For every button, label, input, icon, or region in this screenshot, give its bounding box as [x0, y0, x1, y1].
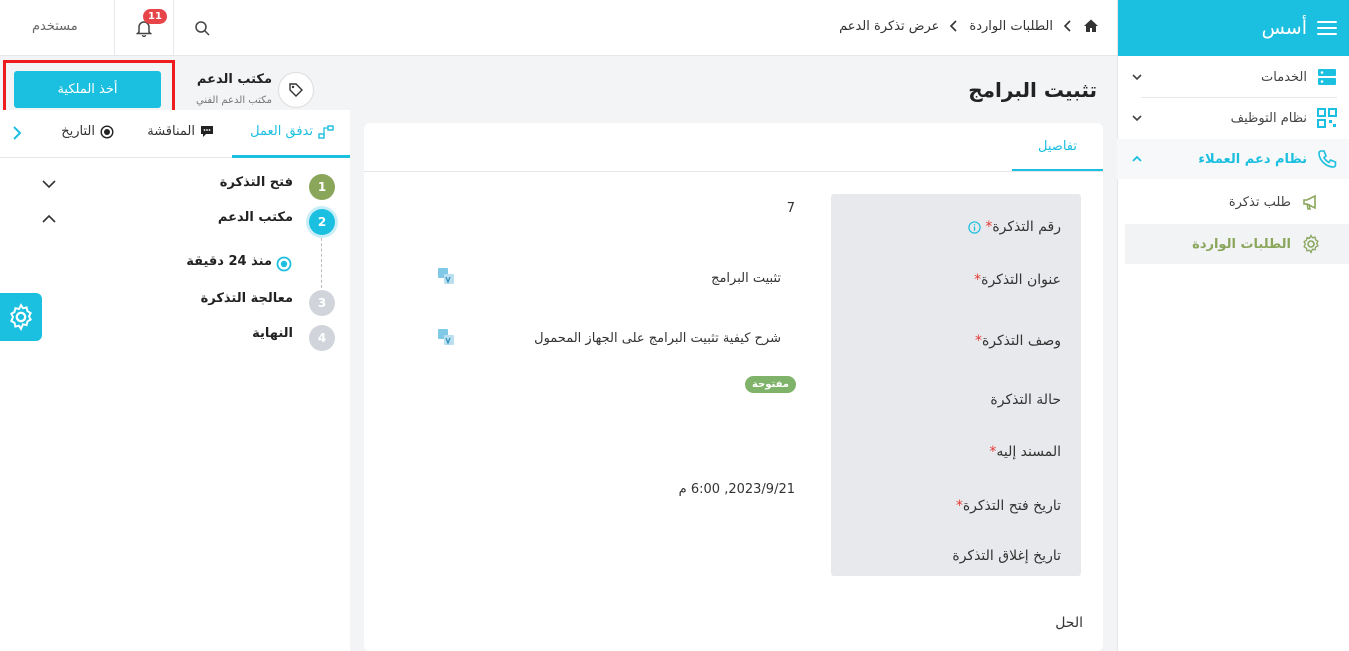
workflow-tabs: تدفق العمل المناقشة التاريخ	[0, 110, 350, 158]
tab-discussion[interactable]: المناقشة	[147, 124, 214, 139]
ticket-details-card: تفاصيل رقم التذكرة* عنوان التذكرة* وصف ا…	[364, 123, 1103, 651]
brand-name: أسس	[1261, 17, 1307, 39]
field-label-ticket-title: عنوان التذكرة*	[974, 272, 1061, 288]
sidebar-item-label: نظام التوظيف	[1230, 110, 1307, 126]
breadcrumb: الطلبات الواردة عرض تذكرة الدعم	[839, 18, 1099, 34]
open-date-value: 2023/9/21, 6:00 م	[678, 482, 795, 497]
top-header: الطلبات الواردة عرض تذكرة الدعم 11 مستخد…	[0, 0, 1117, 56]
sidebar-subitem-label: طلب تذكرة	[1228, 194, 1291, 210]
chevron-left-icon	[1063, 20, 1071, 32]
search-button[interactable]	[173, 0, 230, 56]
chevron-down-icon	[1132, 74, 1142, 81]
field-label-ticket-number: رقم التذكرة*	[968, 219, 1061, 235]
user-menu[interactable]: مستخدم	[32, 19, 78, 34]
breadcrumb-incoming-requests[interactable]: الطلبات الواردة	[969, 19, 1053, 34]
notifications-button[interactable]: 11	[114, 0, 173, 56]
tag-icon	[289, 83, 303, 97]
chevron-up-icon	[1132, 155, 1142, 162]
assignee-name: مكتب الدعم	[196, 72, 272, 87]
sidebar-item-customer-support[interactable]: نظام دعم العملاء	[1117, 139, 1349, 179]
qr-icon	[1317, 108, 1337, 128]
field-label-ticket-status: حالة التذكرة	[990, 392, 1061, 408]
search-icon	[195, 21, 210, 36]
phone-icon	[1318, 150, 1337, 168]
field-labels-panel: رقم التذكرة* عنوان التذكرة* وصف التذكرة*…	[831, 194, 1081, 576]
ticket-title-value[interactable]: تثبيت البرامج	[711, 271, 781, 286]
megaphone-icon	[1303, 194, 1316, 210]
tab-workflow[interactable]: تدفق العمل	[250, 124, 334, 139]
brand-bar: أسس	[1118, 0, 1349, 56]
assignee-subtitle: مكتب الدعم الفني	[195, 95, 272, 106]
translate-icon[interactable]	[437, 267, 455, 285]
step-2-circle: 2	[309, 209, 335, 235]
sidebar: أسس الخدمات نظام التوظيف نظام دعم العملا…	[1117, 0, 1349, 651]
take-ownership-button[interactable]: أخذ الملكية	[14, 71, 161, 108]
field-label-ticket-description: وصف التذكرة*	[974, 333, 1061, 349]
sidebar-subitem-request-ticket[interactable]: طلب تذكرة	[1125, 182, 1321, 222]
workflow-panel: تدفق العمل المناقشة التاريخ 1 فتح التذكر…	[0, 110, 350, 651]
chat-icon	[201, 126, 213, 137]
step-2-label[interactable]: مكتب الدعم	[218, 210, 293, 225]
step-time: منذ 24 دقيقة	[186, 254, 272, 269]
info-icon[interactable]	[968, 220, 981, 234]
ticket-number-value: 7	[786, 201, 795, 216]
step-3-circle: 3	[309, 290, 335, 316]
status-badge: مفتوحة	[744, 376, 796, 393]
chevron-down-icon[interactable]	[42, 179, 56, 189]
sidebar-subitem-incoming-requests[interactable]: الطلبات الواردة	[1125, 224, 1349, 264]
step-1-circle: 1	[309, 174, 335, 200]
solution-label: الحل	[1055, 615, 1083, 631]
step-4-circle: 4	[309, 325, 335, 351]
sidebar-item-label: نظام دعم العملاء	[1198, 151, 1307, 167]
translate-icon[interactable]	[437, 328, 455, 346]
chevron-down-icon	[1132, 115, 1142, 122]
field-label-assigned-to: المسند إليه*	[989, 444, 1061, 460]
settings-fab[interactable]	[0, 293, 42, 341]
step-connector	[321, 238, 322, 288]
tab-details[interactable]: تفاصيل	[1012, 123, 1103, 171]
radio-active-icon	[276, 256, 292, 272]
field-label-close-date: تاريخ إغلاق التذكرة	[952, 548, 1061, 564]
hamburger-menu-icon[interactable]	[1317, 18, 1337, 38]
field-label-open-date: تاريخ فتح التذكرة*	[955, 498, 1061, 514]
server-icon	[1318, 69, 1336, 85]
step-1-label[interactable]: فتح التذكرة	[220, 175, 293, 190]
sidebar-item-services[interactable]: الخدمات	[1117, 57, 1349, 97]
breadcrumb-current-page: عرض تذكرة الدعم	[839, 18, 940, 34]
tab-divider	[364, 171, 1103, 172]
workflow-icon	[318, 124, 334, 139]
home-icon[interactable]	[1083, 18, 1099, 34]
sidebar-item-label: الخدمات	[1261, 69, 1307, 85]
chevron-up-icon[interactable]	[42, 214, 56, 224]
step-3-label[interactable]: معالجة التذكرة	[201, 291, 293, 306]
history-icon	[100, 124, 114, 139]
sidebar-subitem-label: الطلبات الواردة	[1192, 236, 1291, 252]
page-title: تثبيت البرامج	[968, 78, 1097, 102]
notification-count-badge: 11	[143, 9, 167, 24]
active-tab-indicator	[232, 155, 350, 158]
chevron-left-icon	[950, 20, 957, 32]
chevron-right-icon[interactable]	[12, 126, 22, 140]
gear-icon	[10, 303, 32, 331]
sidebar-item-hiring[interactable]: نظام التوظيف	[1117, 98, 1349, 138]
gear-icon	[1303, 234, 1319, 254]
ticket-description-value[interactable]: شرح كيفية تثبيت البرامج على الجهاز المحم…	[534, 331, 781, 346]
step-4-label[interactable]: النهاية	[252, 326, 293, 341]
assignee-avatar	[278, 72, 314, 108]
tab-history[interactable]: التاريخ	[61, 124, 114, 139]
